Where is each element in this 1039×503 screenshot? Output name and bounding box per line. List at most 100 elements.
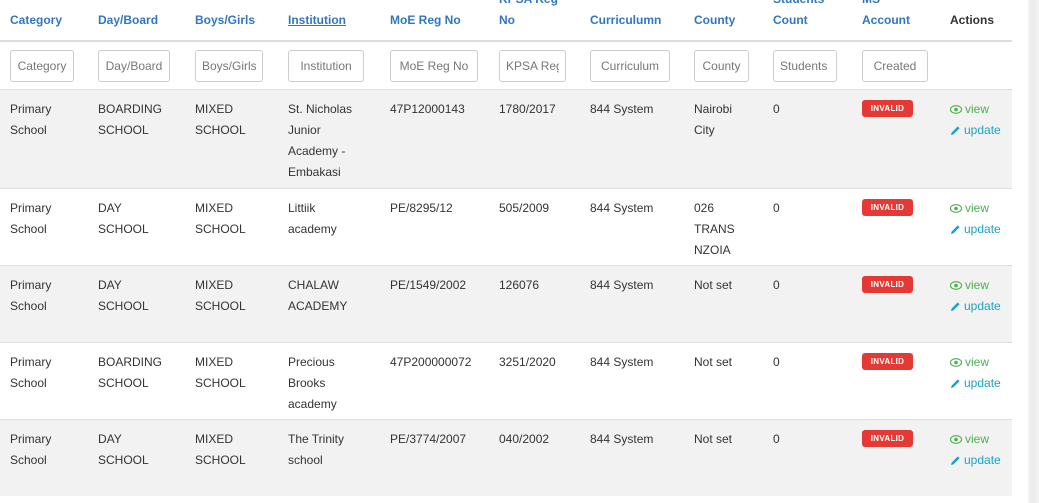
header-curriculum[interactable]: Curriculumn [590, 10, 661, 31]
cell-text-line: 1780/2017 [499, 102, 556, 116]
cell-text-line: School [10, 453, 47, 467]
cell-boys-girls: MIXED SCHOOL [195, 198, 246, 240]
header-category[interactable]: Category [10, 10, 62, 31]
table-row: Primary School BOARDING SCHOOL MIXED SCHOOL Pr… [0, 342, 1012, 419]
cell-text-line: Junior [288, 123, 321, 137]
cell-county: 026 TRANS NZOIA [694, 198, 735, 261]
view-link[interactable]: view [950, 99, 1001, 120]
cell-day-board: BOARDING SCHOOL [98, 352, 162, 394]
cell-text-line: Precious [288, 355, 335, 369]
filter-curriculum-input[interactable] [590, 50, 670, 82]
cell-text-line: Primary [10, 432, 52, 446]
schools-table: Category Day/Board Boys/Girls Institution Mo… [0, 0, 1012, 496]
scrollbar-thumb[interactable] [1030, 0, 1036, 503]
cell-day-board: DAY SCHOOL [98, 275, 149, 317]
view-link[interactable]: view [950, 429, 1001, 450]
header-county[interactable]: County [694, 10, 735, 31]
update-label: update [964, 299, 1001, 313]
header-institution[interactable]: Institution [288, 10, 346, 31]
filter-day-board-input[interactable] [98, 50, 170, 82]
update-label: update [964, 453, 1001, 467]
row-actions: view update [950, 352, 1001, 394]
filter-institution-input[interactable] [288, 50, 364, 82]
update-link[interactable]: update [950, 120, 1001, 141]
cell-moe-reg-no: PE/1549/2002 [390, 275, 466, 296]
view-label: view [965, 432, 990, 446]
cell-text-line: 0 [773, 432, 780, 446]
cell-day-board: BOARDING SCHOOL [98, 99, 162, 141]
cell-text-line: SCHOOL [195, 453, 246, 467]
cell-text-line: City [694, 123, 715, 137]
cell-text-line: SCHOOL [98, 222, 149, 236]
cell-moe-reg-no: 47P200000072 [390, 352, 471, 373]
filter-moe-reg-no-input[interactable] [390, 50, 478, 82]
row-actions: view update [950, 429, 1001, 471]
cell-text-line: MIXED [195, 201, 234, 215]
view-link[interactable]: view [950, 275, 1001, 296]
cell-institution: Littiik academy [288, 198, 337, 240]
cell-text-line: School [10, 299, 47, 313]
cell-text-line: The Trinity [288, 432, 345, 446]
header-moe-reg-no[interactable]: MoE Reg No [390, 10, 461, 31]
cell-text-line: 844 System [590, 278, 654, 292]
cell-text-line: TRANS [694, 222, 735, 236]
view-link[interactable]: view [950, 198, 1001, 219]
cell-text-line: Littiik [288, 201, 316, 215]
cell-text-line: CHALAW [288, 278, 339, 292]
vertical-scrollbar[interactable] [1028, 0, 1039, 503]
header-kpsa-reg-no[interactable]: KPSA Reg No [499, 0, 558, 31]
cell-category: Primary School [10, 198, 51, 240]
ms-account-status-badge: INVALID [862, 100, 913, 117]
cell-curriculum: 844 System [590, 275, 653, 296]
eye-icon [950, 435, 962, 444]
cell-text-line: SCHOOL [98, 299, 149, 313]
cell-text-line: MIXED [195, 102, 234, 116]
cell-text-line: School [10, 376, 47, 390]
update-link[interactable]: update [950, 450, 1001, 471]
update-link[interactable]: update [950, 219, 1001, 240]
eye-icon [950, 281, 962, 290]
cell-text-line: Brooks [288, 376, 326, 390]
eye-icon [950, 358, 962, 367]
header-label-line: County [694, 13, 736, 27]
cell-text-line: Primary [10, 278, 52, 292]
cell-text-line: PE/3774/2007 [390, 432, 467, 446]
filter-county-input[interactable] [694, 50, 749, 82]
update-link[interactable]: update [950, 296, 1001, 317]
row-actions: view update [950, 275, 1001, 317]
header-label-line: Count [773, 13, 808, 27]
filter-ms-account-input[interactable] [862, 50, 928, 82]
cell-institution: Precious Brooks academy [288, 352, 337, 415]
header-students-count[interactable]: Students Count [773, 0, 824, 31]
filter-boys-girls-input[interactable] [195, 50, 263, 82]
header-ms-account[interactable]: MS Account [862, 0, 910, 31]
cell-kpsa-reg-no: 3251/2020 [499, 352, 556, 373]
cell-students-count: 0 [773, 429, 780, 450]
cell-boys-girls: MIXED SCHOOL [195, 275, 246, 317]
cell-text-line: academy [288, 397, 337, 411]
filter-category-input[interactable] [10, 50, 74, 82]
header-label-line: MS [862, 0, 910, 10]
table-row: Primary School DAY SCHOOL MIXED SCHOOL CHALAW A… [0, 265, 1012, 342]
header-day-board[interactable]: Day/Board [98, 10, 158, 31]
header-label-line: No [499, 13, 515, 27]
filter-kpsa-reg-no-input[interactable] [499, 50, 566, 82]
cell-day-board: DAY SCHOOL [98, 429, 149, 471]
eye-icon [950, 204, 962, 213]
cell-text-line: school [288, 453, 323, 467]
cell-category: Primary School [10, 429, 51, 471]
view-link[interactable]: view [950, 352, 1001, 373]
header-boys-girls[interactable]: Boys/Girls [195, 10, 255, 31]
cell-text-line: 47P200000072 [390, 355, 472, 369]
pencil-icon [950, 301, 961, 312]
cell-curriculum: 844 System [590, 198, 653, 219]
update-label: update [964, 123, 1001, 137]
filter-students-count-input[interactable] [773, 50, 837, 82]
view-label: view [965, 102, 990, 116]
cell-text-line: Embakasi [288, 165, 341, 179]
cell-day-board: DAY SCHOOL [98, 198, 149, 240]
pencil-icon [950, 378, 961, 389]
cell-students-count: 0 [773, 352, 780, 373]
cell-county: Not set [694, 352, 732, 373]
update-link[interactable]: update [950, 373, 1001, 394]
